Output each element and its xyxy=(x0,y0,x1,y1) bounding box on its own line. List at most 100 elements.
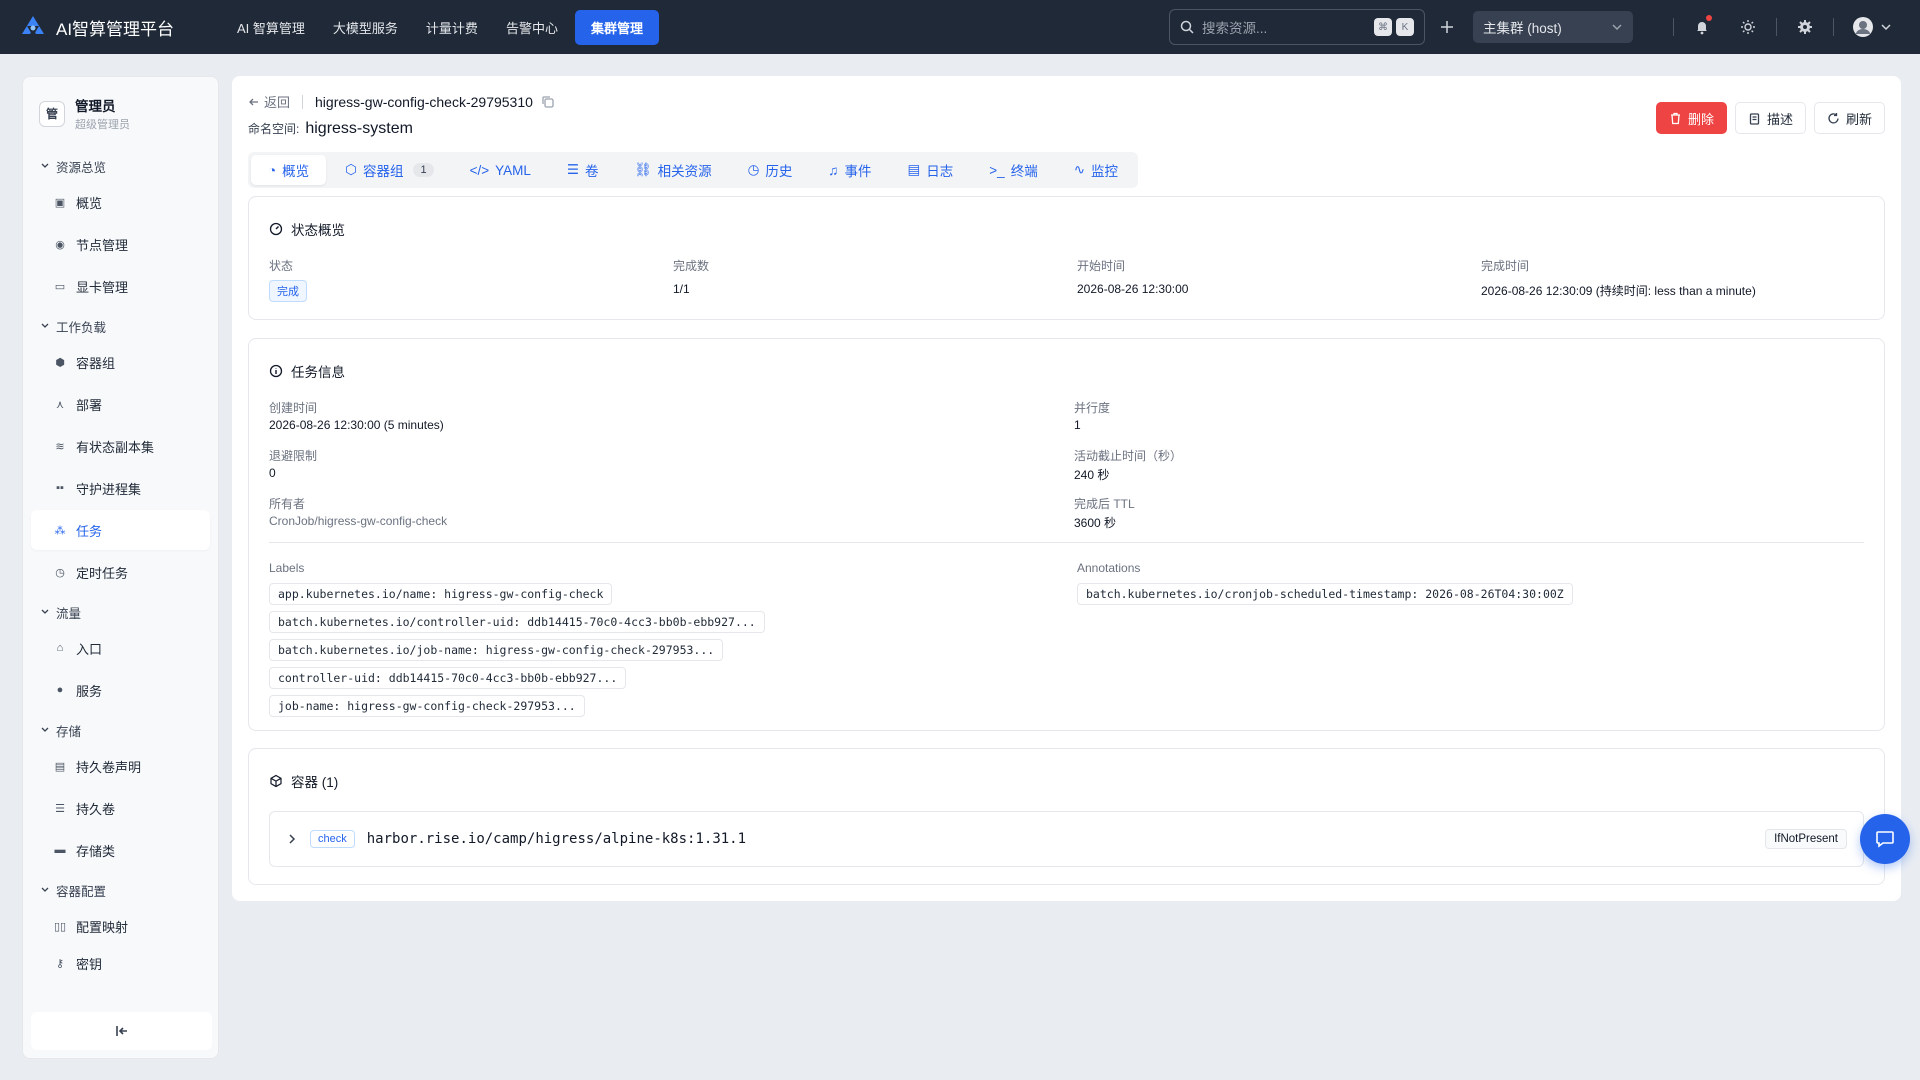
sidebar-item-ingress[interactable]: ⌂ 入口 xyxy=(31,628,210,668)
bell-icon: ♫ xyxy=(828,162,839,178)
sidebar-item-overview[interactable]: ▣ 概览 xyxy=(31,182,210,222)
sidebar-item-label: 存储类 xyxy=(76,843,116,859)
refresh-label: 刷新 xyxy=(1845,111,1872,127)
clipboard-icon xyxy=(1749,112,1760,125)
search-input[interactable]: 搜索资源... ⌘ K xyxy=(1169,9,1425,45)
storage-icon: ▬ xyxy=(54,844,66,856)
theme-toggle-button[interactable] xyxy=(1730,9,1766,45)
topnav-billing[interactable]: 计量计费 xyxy=(415,10,489,45)
sidebar-item-configmaps[interactable]: ▯▯ 配置映射 xyxy=(31,906,210,946)
nav-group-traffic[interactable]: 流量 xyxy=(23,598,218,626)
field-value: 2026-08-26 12:30:00 (5 minutes) xyxy=(269,418,444,432)
user-menu[interactable] xyxy=(1844,9,1900,45)
settings-button[interactable] xyxy=(1787,9,1823,45)
tab-events[interactable]: ♫ 事件 xyxy=(811,155,888,185)
sidebar-item-pvc[interactable]: ▤ 持久卷声明 xyxy=(31,746,210,786)
notifications-button[interactable] xyxy=(1684,9,1720,45)
back-link[interactable]: 返回 xyxy=(248,92,290,111)
sidebar-item-jobs[interactable]: ⁂ 任务 xyxy=(31,510,210,550)
owner-link[interactable]: CronJob/higress-gw-config-check xyxy=(269,514,447,528)
sidebar-item-label: 部署 xyxy=(76,397,103,413)
field-value: 0 xyxy=(269,466,276,480)
topnav-ai-compute[interactable]: AI 智算管理 xyxy=(226,10,316,45)
card-title-text: 任务信息 xyxy=(291,365,345,380)
tab-label: 终端 xyxy=(1010,164,1038,179)
field-label: 开始时间 xyxy=(1077,259,1126,273)
nav-group-overview[interactable]: 资源总览 xyxy=(23,152,218,180)
activity-icon: ∿ xyxy=(1073,162,1086,177)
backoff-field: 退避限制 0 xyxy=(269,447,317,480)
sidebar-item-nodes[interactable]: ◉ 节点管理 xyxy=(31,224,210,264)
field-label: 退避限制 xyxy=(269,449,318,463)
tab-volumes[interactable]: ☰ 卷 xyxy=(550,155,616,185)
container-row[interactable]: check harbor.rise.io/camp/higress/alpine… xyxy=(269,811,1864,867)
sidebar-item-services[interactable]: ● 服务 xyxy=(31,670,210,710)
divider xyxy=(1833,18,1834,36)
code-icon: </> xyxy=(469,162,490,178)
back-label: 返回 xyxy=(264,95,291,110)
brand[interactable]: AI智算管理平台 xyxy=(20,14,216,40)
card-title-text: 状态概览 xyxy=(291,223,345,238)
info-icon xyxy=(269,364,283,378)
copy-icon[interactable] xyxy=(541,95,555,109)
tab-terminal[interactable]: >_ 终端 xyxy=(972,155,1054,185)
sidebar-item-pods[interactable]: ⬢ 容器组 xyxy=(31,342,210,382)
tab-pods[interactable]: ⬡ 容器组 1 xyxy=(328,155,450,185)
labels-title: Labels xyxy=(269,561,305,575)
field-value: 2026-08-26 12:30:00 xyxy=(1077,282,1189,296)
sidebar-item-storageclass[interactable]: ▬ 存储类 xyxy=(31,830,210,870)
user-name: 管理员 xyxy=(75,99,116,114)
rocket-icon: ⋏ xyxy=(55,398,65,411)
topnav-cluster-management[interactable]: 集群管理 xyxy=(574,9,659,45)
sidebar-item-label: 节点管理 xyxy=(76,237,129,253)
user-role: 超级管理员 xyxy=(75,119,130,131)
tab-logs[interactable]: ▤ 日志 xyxy=(891,155,971,185)
chevron-right-icon[interactable] xyxy=(286,833,298,845)
job-icon: ⁂ xyxy=(54,524,66,537)
nav-group-label: 资源总览 xyxy=(56,160,107,175)
sidebar-item-statefulsets[interactable]: ≋ 有状态副本集 xyxy=(31,426,210,466)
tab-related[interactable]: ⛓ 相关资源 xyxy=(617,155,728,185)
tab-label: 事件 xyxy=(844,164,872,179)
tab-label: 概览 xyxy=(282,164,310,179)
sidebar-item-gpus[interactable]: ▭ 显卡管理 xyxy=(31,266,210,306)
tab-history[interactable]: ◷ 历史 xyxy=(731,155,810,185)
add-button[interactable] xyxy=(1429,9,1465,45)
sidebar-item-label: 持久卷声明 xyxy=(76,759,142,775)
cluster-select[interactable]: 主集群 (host) xyxy=(1473,11,1633,43)
nav-group-workloads[interactable]: 工作负载 xyxy=(23,312,218,340)
job-info-card: 任务信息 创建时间 2026-08-26 12:30:00 (5 minutes… xyxy=(248,338,1885,731)
sidebar-item-secrets[interactable]: ⚷ 密钥 xyxy=(31,948,210,978)
label-tag: job-name: higress-gw-config-check-297953… xyxy=(269,695,585,717)
describe-button[interactable]: 描述 xyxy=(1734,102,1806,134)
delete-button[interactable]: 删除 xyxy=(1655,102,1727,134)
sidebar-item-daemonsets[interactable]: ▪▪ 守护进程集 xyxy=(31,468,210,508)
tab-label: 容器组 xyxy=(362,164,404,179)
ttl-field: 完成后 TTL 3600 秒 xyxy=(1074,495,1135,531)
sidebar-item-pv[interactable]: ☰ 持久卷 xyxy=(31,788,210,828)
collapse-sidebar-button[interactable] xyxy=(31,1012,212,1050)
field-value: 1 xyxy=(1074,418,1081,432)
nav-group-label: 工作负载 xyxy=(56,320,107,335)
card-title: 任务信息 xyxy=(269,361,345,381)
tab-overview[interactable]: ◔ 概览 xyxy=(251,155,327,185)
refresh-button[interactable]: 刷新 xyxy=(1813,102,1885,134)
sidebar-item-cronjobs[interactable]: ◷ 定时任务 xyxy=(31,552,210,592)
nav-group-config[interactable]: 容器配置 xyxy=(23,876,218,904)
card-title-text: 容器 (1) xyxy=(291,775,339,790)
main-panel: 返回 higress-gw-config-check-29795310 命名空间… xyxy=(232,76,1901,901)
tab-monitor[interactable]: ∿ 监控 xyxy=(1057,155,1135,185)
status-field: 状态 完成 xyxy=(269,257,307,302)
annotation-tag: batch.kubernetes.io/cronjob-scheduled-ti… xyxy=(1077,583,1573,605)
brand-logo-icon xyxy=(22,16,44,36)
database-icon: ☰ xyxy=(566,162,579,177)
app-title: AI智算管理平台 xyxy=(56,19,175,39)
card-title: 状态概览 xyxy=(269,219,345,239)
topnav-llm-service[interactable]: 大模型服务 xyxy=(322,10,409,45)
nav-group-storage[interactable]: 存储 xyxy=(23,716,218,744)
topnav-alerts[interactable]: 告警中心 xyxy=(495,10,569,45)
chat-button[interactable] xyxy=(1860,814,1910,864)
annotations-title: Annotations xyxy=(1077,561,1141,575)
sidebar-item-deployments[interactable]: ⋏ 部署 xyxy=(31,384,210,424)
tab-yaml[interactable]: </> YAML xyxy=(453,155,548,185)
